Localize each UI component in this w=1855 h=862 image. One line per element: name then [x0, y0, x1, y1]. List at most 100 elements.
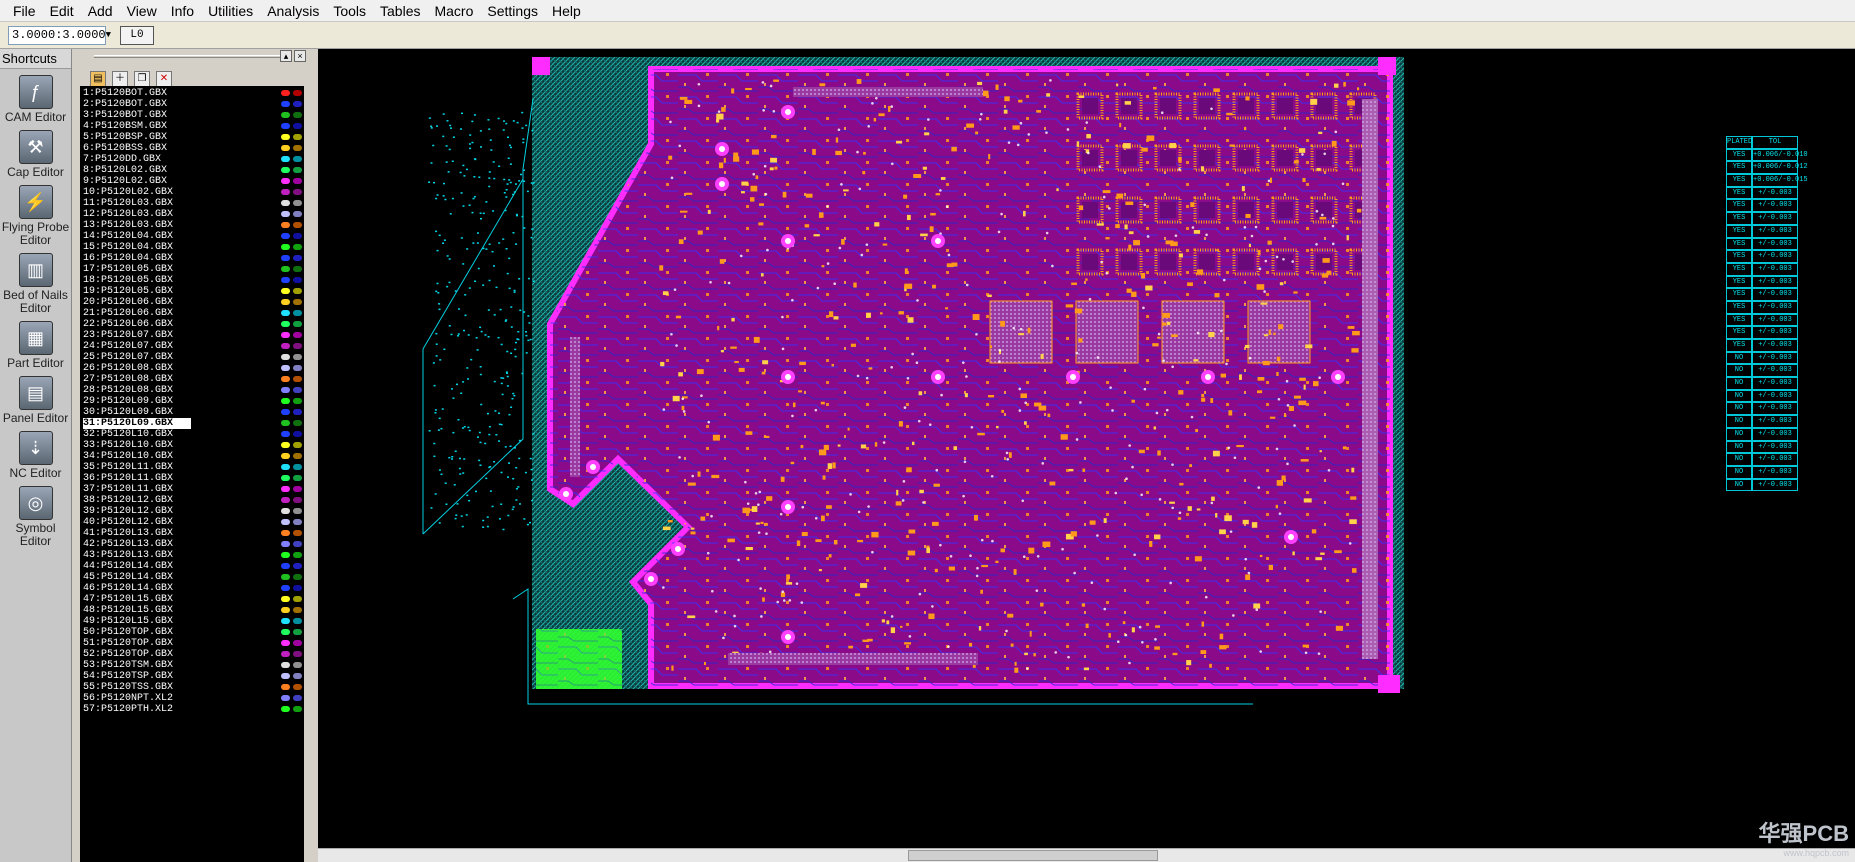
layer-row[interactable]: 3:P5120BOT.GBX	[80, 110, 304, 121]
layer-color-swatches[interactable]	[281, 200, 302, 206]
layer-color-dot[interactable]	[281, 310, 290, 316]
layer-row[interactable]: 4:P5120BSM.GBX	[80, 121, 304, 132]
layer-highlight-dot[interactable]	[293, 376, 302, 382]
layer-color-swatches[interactable]	[281, 112, 302, 118]
layer-highlight-dot[interactable]	[293, 475, 302, 481]
layer-highlight-dot[interactable]	[293, 684, 302, 690]
layer-color-swatches[interactable]	[281, 552, 302, 558]
layer-row[interactable]: 26:P5120L08.GBX	[80, 363, 304, 374]
layer-color-dot[interactable]	[281, 211, 290, 217]
layer-color-dot[interactable]	[281, 398, 290, 404]
layer-highlight-dot[interactable]	[293, 695, 302, 701]
layer-color-dot[interactable]	[281, 530, 290, 536]
layer-color-swatches[interactable]	[281, 684, 302, 690]
layer-color-swatches[interactable]	[281, 464, 302, 470]
layer-color-swatches[interactable]	[281, 662, 302, 668]
layer-color-swatches[interactable]	[281, 343, 302, 349]
layer-color-swatches[interactable]	[281, 145, 302, 151]
layer-row[interactable]: 42:P5120L13.GBX	[80, 539, 304, 550]
layer-row[interactable]: 29:P5120L09.GBX	[80, 396, 304, 407]
layer-highlight-dot[interactable]	[293, 112, 302, 118]
layer-row[interactable]: 12:P5120L03.GBX	[80, 209, 304, 220]
layer-highlight-dot[interactable]	[293, 101, 302, 107]
layer-row[interactable]: 23:P5120L07.GBX	[80, 330, 304, 341]
layer-color-swatches[interactable]	[281, 585, 302, 591]
layer-color-dot[interactable]	[281, 475, 290, 481]
layer-row[interactable]: 14:P5120L04.GBX	[80, 231, 304, 242]
copy-layer-icon[interactable]: ❐	[134, 71, 150, 87]
layer-color-dot[interactable]	[281, 145, 290, 151]
layer-color-swatches[interactable]	[281, 541, 302, 547]
layer-color-dot[interactable]	[281, 244, 290, 250]
layer-color-swatches[interactable]	[281, 420, 302, 426]
minimize-panel-icon[interactable]: ▴	[280, 50, 292, 62]
layer-color-dot[interactable]	[281, 255, 290, 261]
layer-row[interactable]: 24:P5120L07.GBX	[80, 341, 304, 352]
layer-row[interactable]: 11:P5120L03.GBX	[80, 198, 304, 209]
layer-color-dot[interactable]	[281, 365, 290, 371]
layer-highlight-dot[interactable]	[293, 607, 302, 613]
shortcut-panel-editor[interactable]: ▤ Panel Editor	[0, 376, 71, 425]
layer-color-swatches[interactable]	[281, 497, 302, 503]
shortcut-cap-editor[interactable]: ⚒ Cap Editor	[0, 130, 71, 179]
layer-highlight-dot[interactable]	[293, 200, 302, 206]
layer-highlight-dot[interactable]	[293, 398, 302, 404]
shortcut-symbol-editor[interactable]: ◎ Symbol Editor	[0, 486, 71, 548]
layer-highlight-dot[interactable]	[293, 277, 302, 283]
layer-color-dot[interactable]	[281, 156, 290, 162]
layer-row[interactable]: 52:P5120TOP.GBX	[80, 649, 304, 660]
layer-color-dot[interactable]	[281, 552, 290, 558]
layer-highlight-dot[interactable]	[293, 552, 302, 558]
layer-highlight-dot[interactable]	[293, 651, 302, 657]
layer-color-dot[interactable]	[281, 662, 290, 668]
shortcut-part-editor[interactable]: ▦ Part Editor	[0, 321, 71, 370]
layer-row[interactable]: 47:P5120L15.GBX	[80, 594, 304, 605]
layer-highlight-dot[interactable]	[293, 508, 302, 514]
layer-color-dot[interactable]	[281, 167, 290, 173]
layer-color-swatches[interactable]	[281, 222, 302, 228]
layer-row[interactable]: 53:P5120TSM.GBX	[80, 660, 304, 671]
layer-row[interactable]: 22:P5120L06.GBX	[80, 319, 304, 330]
layer-row[interactable]: 55:P5120TSS.GBX	[80, 682, 304, 693]
layer-color-swatches[interactable]	[281, 519, 302, 525]
layer-row[interactable]: 43:P5120L13.GBX	[80, 550, 304, 561]
layer-color-dot[interactable]	[281, 123, 290, 129]
layer-color-swatches[interactable]	[281, 475, 302, 481]
layer-color-swatches[interactable]	[281, 90, 302, 96]
layer-row[interactable]: 57:P5120PTH.XL2	[80, 704, 304, 715]
layer-row[interactable]: 35:P5120L11.GBX	[80, 462, 304, 473]
layer-row[interactable]: 10:P5120L02.GBX	[80, 187, 304, 198]
layer-highlight-dot[interactable]	[293, 255, 302, 261]
layer-color-dot[interactable]	[281, 299, 290, 305]
layer-highlight-dot[interactable]	[293, 266, 302, 272]
layer-row[interactable]: 15:P5120L04.GBX	[80, 242, 304, 253]
layer-row[interactable]: 51:P5120TOP.GBX	[80, 638, 304, 649]
layer-color-swatches[interactable]	[281, 387, 302, 393]
layer-highlight-dot[interactable]	[293, 409, 302, 415]
layer-highlight-dot[interactable]	[293, 486, 302, 492]
menu-edit[interactable]: Edit	[43, 1, 81, 21]
layer-row[interactable]: 36:P5120L11.GBX	[80, 473, 304, 484]
layer-color-swatches[interactable]	[281, 156, 302, 162]
layer-highlight-dot[interactable]	[293, 453, 302, 459]
layer-color-dot[interactable]	[281, 178, 290, 184]
layer-highlight-dot[interactable]	[293, 90, 302, 96]
shortcut-flying-probe-editor[interactable]: ⚡ Flying Probe Editor	[0, 185, 71, 247]
layer-row[interactable]: 16:P5120L04.GBX	[80, 253, 304, 264]
horizontal-scrollbar[interactable]	[318, 848, 1855, 862]
layer-highlight-dot[interactable]	[293, 662, 302, 668]
shortcut-cam-editor[interactable]: ƒ CAM Editor	[0, 75, 71, 124]
layer-color-dot[interactable]	[281, 431, 290, 437]
layer-color-dot[interactable]	[281, 90, 290, 96]
layer-row[interactable]: 39:P5120L12.GBX	[80, 506, 304, 517]
layer-color-swatches[interactable]	[281, 651, 302, 657]
layer-highlight-dot[interactable]	[293, 541, 302, 547]
layer-row[interactable]: 48:P5120L15.GBX	[80, 605, 304, 616]
layer-highlight-dot[interactable]	[293, 167, 302, 173]
layer-color-dot[interactable]	[281, 233, 290, 239]
layer-color-swatches[interactable]	[281, 277, 302, 283]
layer-row[interactable]: 49:P5120L15.GBX	[80, 616, 304, 627]
layer-color-dot[interactable]	[281, 200, 290, 206]
layer-highlight-dot[interactable]	[293, 299, 302, 305]
menu-settings[interactable]: Settings	[480, 1, 545, 21]
